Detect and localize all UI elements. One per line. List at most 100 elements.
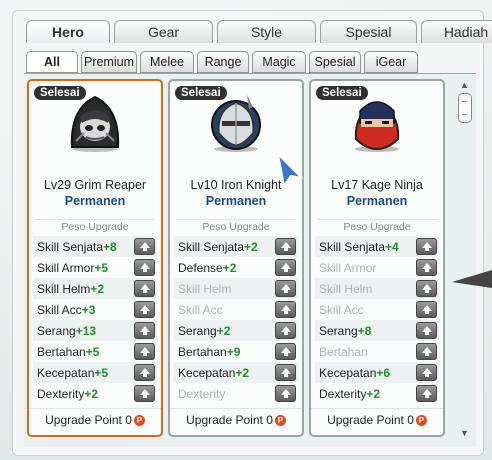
stat-row: Skill Senjata+8 (33, 236, 157, 257)
mouse-cursor-icon (277, 153, 303, 187)
tab-style[interactable]: Style (217, 20, 316, 43)
stat-row: Dexterity+2 (315, 383, 439, 404)
stat-name: Skill Armor (319, 260, 377, 275)
stat-bonus: +3 (81, 302, 96, 317)
hero-name: Lv29 Grim Reaper (43, 178, 147, 192)
upgrade-arrow-button[interactable] (134, 322, 155, 339)
upgrade-arrow-button[interactable] (134, 280, 155, 297)
stat-bonus: +8 (357, 323, 372, 338)
scrollbar-thumb[interactable] (458, 93, 472, 123)
upgrade-arrow-button[interactable] (275, 280, 296, 297)
upgrade-arrow-button[interactable] (134, 343, 155, 360)
peso-coin-icon: P (415, 415, 427, 427)
tab-hero[interactable]: Hero (26, 20, 110, 43)
stat-bonus: +9 (226, 344, 241, 359)
stat-list: Skill Senjata+4 Skill Armor Skill Helm S… (315, 236, 439, 404)
stat-bonus: +2 (222, 260, 237, 275)
upgrade-arrow-button[interactable] (275, 364, 296, 381)
arrow-up-icon (139, 242, 150, 251)
stat-name: Serang (37, 323, 76, 338)
upgrade-point-label: Upgrade Point (186, 413, 263, 427)
subtab-range[interactable]: Range (197, 51, 249, 73)
upgrade-arrow-button[interactable] (275, 343, 296, 360)
stat-bonus: +2 (84, 386, 99, 401)
stat-row: Skill Senjata+4 (315, 236, 439, 257)
upgrade-arrow-button[interactable] (134, 364, 155, 381)
stat-list: Skill Senjata+2 Defense+2 Skill Helm Ski… (174, 236, 298, 404)
upgrade-arrow-button[interactable] (416, 343, 437, 360)
stat-row: Serang+2 (174, 320, 298, 341)
stat-row: Kecepatan+6 (315, 362, 439, 383)
stat-bonus: +5 (94, 365, 109, 380)
stat-bonus: +13 (75, 323, 97, 338)
arrow-up-icon (139, 284, 150, 293)
tab-spesial[interactable]: Spesial (320, 20, 417, 43)
hero-name: Lv17 Kage Ninja (331, 178, 423, 192)
upgrade-arrow-button[interactable] (275, 385, 296, 402)
hero-card-iron-knight[interactable]: Selesai Lv10 Iron Knight Permanen Peso U… (168, 79, 304, 437)
stat-row: Skill Helm+2 (33, 278, 157, 299)
tab-hadiah[interactable]: Hadiah (421, 20, 492, 43)
upgrade-arrow-button[interactable] (134, 238, 155, 255)
stat-bonus: +2 (235, 365, 250, 380)
stat-bonus: +5 (85, 344, 100, 359)
stat-name: Kecepatan (37, 365, 95, 380)
stat-name: Skill Acc (37, 302, 82, 317)
upgrade-arrow-button[interactable] (416, 259, 437, 276)
arrow-up-icon (139, 326, 150, 335)
stat-name: Skill Acc (319, 302, 364, 317)
upgrade-arrow-button[interactable] (416, 364, 437, 381)
peso-coin-icon: P (274, 415, 286, 427)
scroll-down-arrow[interactable]: ▼ (460, 428, 469, 438)
subtab-spesial[interactable]: Spesial (309, 51, 361, 73)
hero-card-kage-ninja[interactable]: Selesai Lv17 Kage Ninja Permanen Peso Up… (309, 79, 445, 437)
iron-knight-portrait (211, 95, 261, 152)
upgrade-arrow-button[interactable] (275, 259, 296, 276)
edge-decoration (452, 270, 492, 288)
tab-gear[interactable]: Gear (114, 20, 213, 43)
peso-upgrade-label: Peso Upgrade (176, 219, 296, 233)
stat-bonus: +4 (385, 239, 399, 254)
stat-row: Skill Acc (315, 299, 439, 320)
stat-name: Bertahan (37, 344, 86, 359)
upgrade-arrow-button[interactable] (275, 322, 296, 339)
arrow-up-icon (421, 305, 432, 314)
upgrade-arrow-button[interactable] (416, 322, 437, 339)
subtab-all[interactable]: All (26, 51, 78, 73)
upgrade-arrow-button[interactable] (275, 301, 296, 318)
stat-bonus: +6 (376, 365, 391, 380)
stat-name: Skill Helm (178, 281, 232, 296)
stat-bonus: +2 (90, 281, 105, 296)
stat-row: Skill Acc+3 (33, 299, 157, 320)
kage-ninja-portrait (354, 101, 400, 152)
stat-name: Dexterity (319, 386, 367, 401)
scroll-up-arrow[interactable]: ▲ (460, 80, 469, 90)
stat-name: Dexterity (37, 386, 85, 401)
subtab-premium[interactable]: Premium (81, 51, 137, 73)
upgrade-arrow-button[interactable] (275, 238, 296, 255)
stat-name: Skill Senjata (37, 239, 104, 254)
upgrade-arrow-button[interactable] (416, 280, 437, 297)
upgrade-arrow-button[interactable] (416, 385, 437, 402)
stat-name: Kecepatan (178, 365, 236, 380)
arrow-up-icon (280, 347, 291, 356)
stat-row: Skill Helm (315, 278, 439, 299)
upgrade-point-footer: Upgrade Point 0P (311, 408, 443, 431)
hero-card-grim-reaper[interactable]: Selesai Lv29 Grim Reaper Permanen Peso U… (27, 79, 163, 437)
upgrade-arrow-button[interactable] (134, 301, 155, 318)
upgrade-point-value: 0 (266, 413, 273, 427)
upgrade-arrow-button[interactable] (134, 385, 155, 402)
subtab-magic[interactable]: Magic (252, 51, 306, 73)
arrow-up-icon (139, 347, 150, 356)
arrow-up-icon (139, 368, 150, 377)
peso-upgrade-label: Peso Upgrade (317, 219, 437, 233)
upgrade-arrow-button[interactable] (416, 238, 437, 255)
subtab-igear[interactable]: iGear (364, 51, 418, 73)
stat-row: Skill Helm (174, 278, 298, 299)
subtab-melee[interactable]: Melee (140, 51, 194, 73)
stat-name: Skill Helm (319, 281, 373, 296)
upgrade-arrow-button[interactable] (416, 301, 437, 318)
upgrade-arrow-button[interactable] (134, 259, 155, 276)
upgrade-point-footer: Upgrade Point 0P (29, 408, 161, 431)
upgrade-point-value: 0 (407, 413, 414, 427)
